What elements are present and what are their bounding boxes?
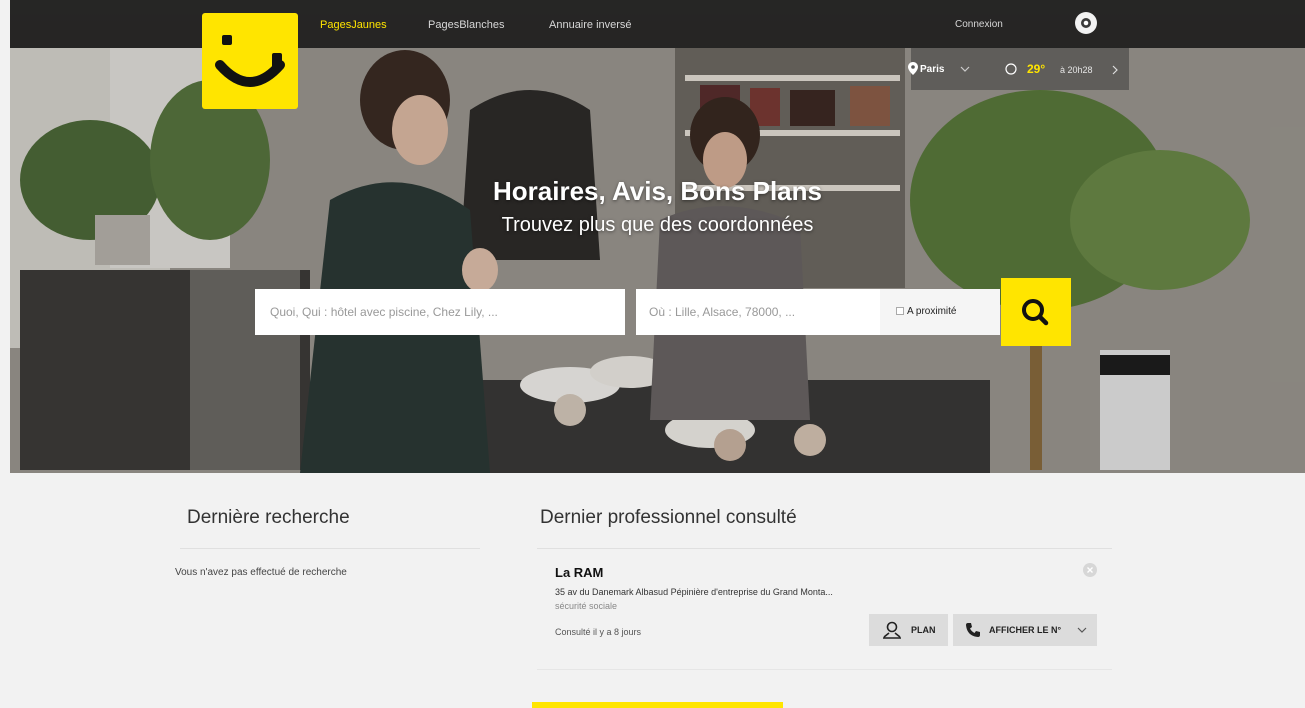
search-icon	[1022, 299, 1049, 326]
show-phone-button[interactable]: AFFICHER LE N°	[953, 614, 1097, 646]
weather-city[interactable]: Paris	[920, 64, 944, 75]
remove-history-close-icon[interactable]	[1083, 563, 1097, 577]
show-phone-label: AFFICHER LE N°	[989, 625, 1062, 635]
plan-button[interactable]: PLAN	[869, 614, 948, 646]
yellow-cta-strip[interactable]	[532, 702, 783, 708]
weather-sun-icon	[1005, 63, 1017, 75]
page: PagesJaunes PagesBlanches Annuaire inver…	[10, 0, 1305, 708]
proximity-checkbox[interactable]	[896, 307, 904, 315]
plan-label: PLAN	[911, 625, 936, 635]
hero-banner: PagesJaunes PagesBlanches Annuaire inver…	[10, 0, 1305, 473]
last-search-title: Dernière recherche	[187, 507, 350, 528]
weather-chevron-right-icon[interactable]	[1112, 65, 1119, 75]
phone-icon	[966, 623, 980, 637]
user-avatar-icon[interactable]	[1075, 12, 1097, 34]
divider	[180, 548, 480, 549]
search-where-input[interactable]	[636, 289, 880, 335]
history-section: Dernière recherche Vous n'avez pas effec…	[10, 473, 1305, 708]
pagesjaunes-logo[interactable]	[202, 13, 298, 109]
nav-link-pagesjaunes[interactable]: PagesJaunes	[320, 19, 387, 31]
nav-link-annuaire-inverse[interactable]: Annuaire inversé	[549, 19, 632, 31]
last-pro-title: Dernier professionnel consulté	[540, 507, 797, 528]
proximity-label: A proximité	[907, 306, 957, 317]
divider	[537, 548, 1112, 549]
pro-category: sécurité sociale	[555, 601, 618, 611]
pro-name-link[interactable]: La RAM	[555, 565, 603, 580]
location-pin-icon	[908, 62, 918, 75]
hero-title: Horaires, Avis, Bons Plans	[493, 176, 822, 206]
weather-temperature: 29°	[1027, 62, 1046, 76]
phone-chevron-down-icon	[1077, 627, 1087, 633]
pro-consulted-time: Consulté il y a 8 jours	[555, 627, 642, 637]
map-pin-icon	[883, 621, 901, 639]
weather-time: à 20h28	[1060, 65, 1093, 75]
connexion-link[interactable]: Connexion	[955, 19, 1003, 30]
last-search-empty-text: Vous n'avez pas effectué de recherche	[175, 567, 347, 578]
proximity-toggle[interactable]: A proximité	[880, 289, 1000, 335]
search-what-input[interactable]	[255, 289, 625, 335]
divider	[537, 669, 1112, 670]
search-button[interactable]	[1001, 278, 1071, 346]
city-chevron-down-icon[interactable]	[960, 66, 970, 73]
smile-logo-icon	[215, 35, 285, 87]
nav-link-pagesblanches[interactable]: PagesBlanches	[428, 19, 504, 31]
pro-address: 35 av du Danemark Albasud Pépinière d'en…	[555, 587, 833, 597]
hero-subtitle: Trouvez plus que des coordonnées	[501, 214, 814, 236]
